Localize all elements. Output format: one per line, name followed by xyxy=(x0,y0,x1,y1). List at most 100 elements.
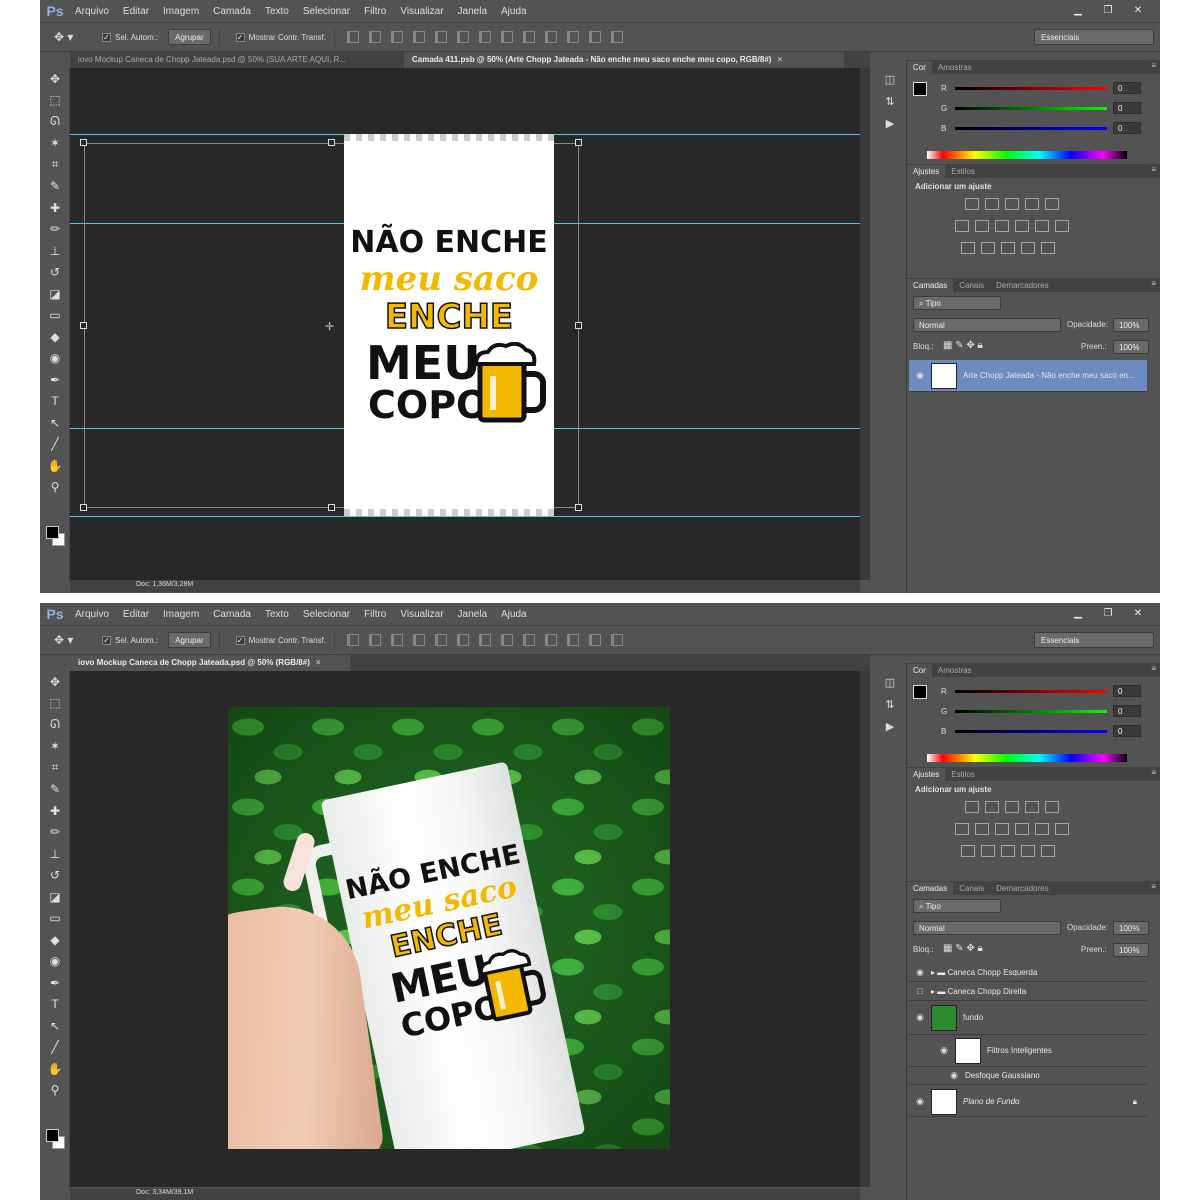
tab-estilos[interactable]: Estilos xyxy=(945,768,981,781)
auto-align-icon[interactable] xyxy=(610,634,623,646)
play-action-icon[interactable]: ▶ xyxy=(875,715,905,737)
marquee-icon[interactable]: ⬚ xyxy=(40,693,70,715)
posterize-icon[interactable] xyxy=(981,242,995,254)
visibility-eye-icon[interactable]: ◉ xyxy=(909,1096,931,1107)
pen-icon[interactable]: ✒ xyxy=(40,972,70,994)
align-hcenter-icon[interactable] xyxy=(434,634,447,646)
doc-tab-camada[interactable]: Camada 411.psb @ 50% (Arte Chopp Jateada… xyxy=(404,52,844,68)
brush-icon[interactable]: ✏ xyxy=(40,822,70,844)
align-top-icon[interactable] xyxy=(346,634,359,646)
panel-menu-icon[interactable]: ≡ xyxy=(1151,882,1156,891)
g-slider[interactable] xyxy=(955,107,1107,110)
hand-icon[interactable]: ✋ xyxy=(40,455,70,477)
minimize-button[interactable]: ▁ xyxy=(1064,605,1092,621)
distribute-left-icon[interactable] xyxy=(544,31,557,43)
visibility-eye-icon[interactable]: ◉ xyxy=(943,1070,965,1081)
transform-handle[interactable] xyxy=(328,139,335,146)
gradient-map-icon[interactable] xyxy=(1041,845,1055,857)
layer-row-fundo[interactable]: ◉ fundo xyxy=(909,1001,1147,1035)
tab-amostras[interactable]: Amostras xyxy=(932,664,978,677)
lasso-icon[interactable]: ᘏ xyxy=(40,714,70,736)
distribute-hcenter-icon[interactable] xyxy=(566,634,579,646)
close-tab-icon[interactable]: × xyxy=(777,55,782,64)
gaussian-blur-row[interactable]: ◉ Desfoque Gaussiano xyxy=(909,1067,1147,1085)
tab-estilos[interactable]: Estilos xyxy=(945,165,981,178)
zoom-icon[interactable]: ⚲ xyxy=(40,1080,70,1102)
blur-icon[interactable]: ◆ xyxy=(40,929,70,951)
align-bottom-icon[interactable] xyxy=(390,31,403,43)
zoom-icon[interactable]: ⚲ xyxy=(40,477,70,499)
distribute-vcenter-icon[interactable] xyxy=(500,31,513,43)
align-vcenter-icon[interactable] xyxy=(368,634,381,646)
close-tab-icon[interactable]: × xyxy=(316,658,321,667)
minimize-button[interactable]: ▁ xyxy=(1064,2,1092,18)
invert-icon[interactable] xyxy=(961,845,975,857)
transform-handle[interactable] xyxy=(575,504,582,511)
auto-align-icon[interactable] xyxy=(610,31,623,43)
g-value[interactable]: 0 xyxy=(1113,705,1141,717)
healing-icon[interactable]: ✚ xyxy=(40,197,70,219)
foreground-color-swatch[interactable] xyxy=(46,1129,59,1142)
menu-selecionar[interactable]: Selecionar xyxy=(296,6,357,17)
eyedropper-icon[interactable]: ✎ xyxy=(40,779,70,801)
play-action-icon[interactable]: ▶ xyxy=(875,112,905,134)
menu-editar[interactable]: Editar xyxy=(116,609,156,620)
b-value[interactable]: 0 xyxy=(1113,122,1141,134)
vertical-scrollbar[interactable] xyxy=(860,68,870,580)
distribute-right-icon[interactable] xyxy=(588,31,601,43)
b-slider[interactable] xyxy=(955,730,1107,733)
color-balance-icon[interactable] xyxy=(975,220,989,232)
menu-texto[interactable]: Texto xyxy=(258,609,296,620)
group-dropdown[interactable]: Agrupar xyxy=(168,632,211,648)
tool-preset-picker[interactable]: ✥ ▾ xyxy=(54,26,94,48)
r-slider[interactable] xyxy=(955,87,1107,90)
tool-preset-picker[interactable]: ✥ ▾ xyxy=(54,629,94,651)
photo-filter-icon[interactable] xyxy=(1015,823,1029,835)
doc-tab-mockup[interactable]: iovo Mockup Caneca de Chopp Jateada.psd … xyxy=(70,52,404,68)
align-bottom-icon[interactable] xyxy=(390,634,403,646)
selective-color-icon[interactable] xyxy=(1021,845,1035,857)
posterize-icon[interactable] xyxy=(981,845,995,857)
dodge-icon[interactable]: ◉ xyxy=(40,951,70,973)
history-icon[interactable]: ◫ xyxy=(875,68,905,90)
layer-group-direita[interactable]: □ ▸ ▬ Caneca Chopp Direita xyxy=(909,982,1147,1001)
lock-icons[interactable]: ▦ ✎ ✥ 🔒︎ xyxy=(943,943,983,954)
menu-imagem[interactable]: Imagem xyxy=(156,6,206,17)
line-icon[interactable]: ╱ xyxy=(40,434,70,456)
align-hcenter-icon[interactable] xyxy=(434,31,447,43)
history-brush-icon[interactable]: ↺ xyxy=(40,262,70,284)
menu-camada[interactable]: Camada xyxy=(206,609,258,620)
align-right-icon[interactable] xyxy=(456,634,469,646)
blend-mode-dropdown[interactable]: Normal xyxy=(913,921,1061,935)
gradient-icon[interactable]: ▭ xyxy=(40,908,70,930)
menu-ajuda[interactable]: Ajuda xyxy=(494,6,534,17)
eraser-icon[interactable]: ◪ xyxy=(40,886,70,908)
tab-ajustes[interactable]: Ajustes xyxy=(907,165,946,178)
hue-saturation-icon[interactable] xyxy=(955,220,969,232)
tab-camadas[interactable]: Camadas xyxy=(907,279,954,292)
curves-icon[interactable] xyxy=(1005,801,1019,813)
selective-color-icon[interactable] xyxy=(1021,242,1035,254)
pen-icon[interactable]: ✒ xyxy=(40,369,70,391)
doc-tab-mockup[interactable]: iovo Mockup Caneca de Chopp Jateada.psd … xyxy=(70,655,350,671)
eraser-icon[interactable]: ◪ xyxy=(40,283,70,305)
align-top-icon[interactable] xyxy=(346,31,359,43)
show-transform-checkbox[interactable]: ✓ Mostrar Contr. Transf. xyxy=(235,32,326,42)
auto-select-checkbox[interactable]: ✓ Sel. Autom.: xyxy=(102,635,158,645)
menu-filtro[interactable]: Filtro xyxy=(357,609,393,620)
history-brush-icon[interactable]: ↺ xyxy=(40,865,70,887)
path-select-icon[interactable]: ↖ xyxy=(40,412,70,434)
panel-menu-icon[interactable]: ≡ xyxy=(1151,165,1156,174)
menu-janela[interactable]: Janela xyxy=(451,6,494,17)
vibrance-icon[interactable] xyxy=(1045,198,1059,210)
smart-filters-row[interactable]: ◉ Filtros Inteligentes xyxy=(909,1035,1147,1067)
properties-icon[interactable]: ⇅ xyxy=(875,693,905,715)
b-slider[interactable] xyxy=(955,127,1107,130)
show-transform-checkbox[interactable]: ✓ Mostrar Contr. Transf. xyxy=(235,635,326,645)
lasso-icon[interactable]: ᘏ xyxy=(40,111,70,133)
channel-mixer-icon[interactable] xyxy=(1035,823,1049,835)
color-spectrum[interactable] xyxy=(927,754,1127,762)
threshold-icon[interactable] xyxy=(1001,242,1015,254)
move-icon[interactable]: ✥ xyxy=(40,671,70,693)
transform-handle[interactable] xyxy=(80,139,87,146)
